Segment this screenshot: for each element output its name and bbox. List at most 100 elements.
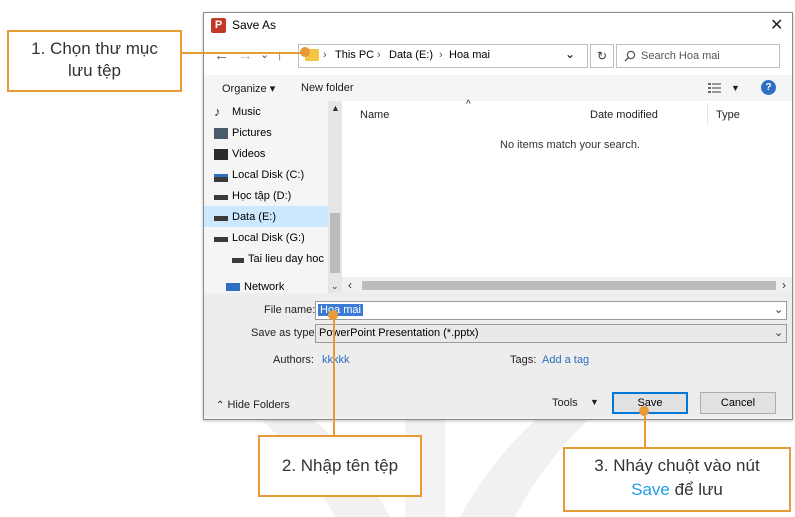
- callout-1-leader-line: [182, 52, 308, 54]
- chevron-up-icon: ⌃: [216, 400, 225, 411]
- nav-item-label: Network: [244, 281, 285, 293]
- breadcrumb-separator-icon: ›: [439, 49, 443, 61]
- callout-3-line-2: Save để lưu: [565, 480, 789, 500]
- nav-item-local-disk-c[interactable]: Local Disk (C:): [214, 169, 305, 182]
- network-icon: [226, 283, 240, 291]
- nav-item-music[interactable]: ♪ Music: [214, 104, 261, 119]
- nav-item-hoc-tap-d[interactable]: Học tập (D:): [214, 190, 292, 202]
- hide-folders-label: Hide Folders: [227, 399, 290, 411]
- breadcrumb-this-pc[interactable]: This PC: [335, 49, 374, 61]
- file-name-label: File name:: [264, 304, 316, 316]
- drive-icon: [214, 195, 228, 200]
- save-options-area: File name: Hoa mai ⌄ Save as type: Power…: [204, 293, 792, 417]
- breadcrumb-hoa-mai[interactable]: Hoa mai: [449, 49, 490, 61]
- scroll-up-icon[interactable]: ▲: [331, 103, 340, 113]
- close-icon[interactable]: ✕: [770, 15, 783, 35]
- breadcrumb-separator-icon: ›: [323, 49, 327, 61]
- nav-item-label: Pictures: [232, 127, 272, 139]
- view-dropdown-icon[interactable]: ▼: [731, 83, 740, 93]
- save-as-type-label: Save as type:: [251, 327, 318, 339]
- nav-item-data-e[interactable]: Data (E:): [214, 211, 276, 223]
- drive-icon: [214, 237, 228, 242]
- chevron-down-icon[interactable]: ⌄: [774, 326, 783, 339]
- callout-2-leader-line: [333, 313, 335, 435]
- search-box[interactable]: Search Hoa mai: [616, 44, 780, 68]
- search-placeholder: Search Hoa mai: [641, 50, 720, 62]
- search-icon: [624, 50, 636, 62]
- forward-arrow-icon[interactable]: →: [238, 47, 253, 64]
- address-dropdown-icon[interactable]: ⌄: [565, 47, 575, 61]
- recent-locations-icon[interactable]: ⌄: [260, 48, 269, 61]
- back-arrow-icon[interactable]: ←: [214, 47, 229, 64]
- callout-save-word: Save: [631, 480, 670, 499]
- cancel-button[interactable]: Cancel: [700, 392, 776, 414]
- tools-button[interactable]: Tools: [552, 397, 578, 409]
- tools-dropdown-icon[interactable]: ▼: [590, 397, 599, 407]
- refresh-icon[interactable]: ↻: [590, 44, 614, 68]
- save-button[interactable]: Save: [612, 392, 688, 414]
- pictures-icon: [214, 128, 228, 139]
- up-arrow-icon[interactable]: ↑: [276, 47, 284, 64]
- new-folder-button[interactable]: New folder: [301, 82, 354, 94]
- callout-enter-file-name: 2. Nhập tên tệp: [258, 435, 422, 497]
- breadcrumb-data-e[interactable]: Data (E:): [389, 49, 433, 61]
- column-header-type[interactable]: Type: [716, 109, 740, 121]
- file-name-value: Hoa mai: [318, 304, 363, 316]
- callout-1-dot: [300, 47, 310, 57]
- drive-icon: [232, 257, 244, 263]
- save-as-dialog: P Save As ✕ ← → ⌄ ↑ › This PC › Data (E:…: [203, 12, 793, 420]
- column-header-date-modified[interactable]: Date modified: [590, 109, 658, 121]
- file-list-scroll-thumb[interactable]: [362, 281, 776, 290]
- file-list: Name ^ Date modified Type No items match…: [342, 99, 792, 291]
- save-as-type-select[interactable]: PowerPoint Presentation (*.pptx) ⌄: [315, 324, 787, 343]
- drive-icon: [214, 174, 228, 182]
- authors-value[interactable]: kkkkk: [322, 354, 350, 366]
- scroll-left-icon[interactable]: ‹: [348, 278, 352, 292]
- videos-icon: [214, 149, 228, 160]
- powerpoint-icon: P: [211, 18, 226, 33]
- add-tag-link[interactable]: Add a tag: [542, 354, 589, 366]
- nav-item-label: Videos: [232, 148, 266, 160]
- callout-choose-folder: 1. Chọn thư mục lưu tệp: [7, 30, 182, 92]
- callout-click-save: 3. Nháy chuột vào nút Save để lưu: [563, 447, 791, 512]
- nav-item-network[interactable]: Network: [226, 281, 285, 293]
- nav-scroll-thumb[interactable]: [330, 213, 340, 273]
- chevron-down-icon[interactable]: ⌄: [774, 303, 783, 316]
- nav-item-label: Music: [232, 106, 261, 118]
- music-icon: ♪: [214, 104, 221, 119]
- nav-item-label: Học tập (D:): [232, 190, 292, 202]
- sort-ascending-icon: ^: [466, 99, 471, 110]
- scroll-down-icon[interactable]: ⌄: [331, 281, 339, 292]
- column-divider: [707, 103, 708, 125]
- hide-folders-button[interactable]: ⌃ Hide Folders: [216, 399, 290, 411]
- empty-folder-message: No items match your search.: [500, 139, 640, 151]
- save-as-type-value: PowerPoint Presentation (*.pptx): [319, 327, 479, 339]
- callout-1-line-2: lưu tệp: [68, 61, 121, 80]
- column-header-name[interactable]: Name: [360, 109, 389, 121]
- authors-label: Authors:: [273, 354, 314, 366]
- callout-3-dot: [639, 406, 649, 416]
- help-icon[interactable]: ?: [761, 80, 776, 95]
- nav-item-videos[interactable]: Videos: [214, 148, 266, 160]
- callout-3-line-1: 3. Nháy chuột vào nút: [594, 456, 760, 475]
- nav-item-label: Local Disk (G:): [232, 232, 305, 244]
- navigation-bar: ← → ⌄ ↑ › This PC › Data (E:) › Hoa mai …: [204, 39, 792, 75]
- scroll-right-icon[interactable]: ›: [782, 278, 786, 292]
- view-options-icon[interactable]: [708, 82, 722, 94]
- breadcrumb-separator-icon: ›: [377, 49, 381, 61]
- dialog-title: Save As: [232, 18, 277, 32]
- nav-item-pictures[interactable]: Pictures: [214, 127, 272, 139]
- command-bar: Organize ▾ New folder ▼ ?: [204, 75, 792, 101]
- nav-item-label: Tai lieu day hoc: [248, 253, 324, 265]
- tags-label: Tags:: [510, 354, 537, 366]
- organize-button[interactable]: Organize ▾: [222, 82, 275, 95]
- file-name-input[interactable]: Hoa mai ⌄: [315, 301, 787, 320]
- nav-item-tai-lieu-day-hoc[interactable]: Tai lieu day hoc: [232, 253, 326, 265]
- title-bar: P Save As ✕: [204, 13, 792, 39]
- callout-3-tail: để lưu: [669, 480, 723, 499]
- nav-item-label: Local Disk (C:): [232, 169, 305, 181]
- drive-icon: [214, 216, 228, 221]
- nav-item-local-disk-g[interactable]: Local Disk (G:): [214, 232, 305, 244]
- address-bar[interactable]: › This PC › Data (E:) › Hoa mai ⌄: [298, 44, 588, 68]
- callout-1-line-1: 1. Chọn thư mục: [31, 39, 158, 58]
